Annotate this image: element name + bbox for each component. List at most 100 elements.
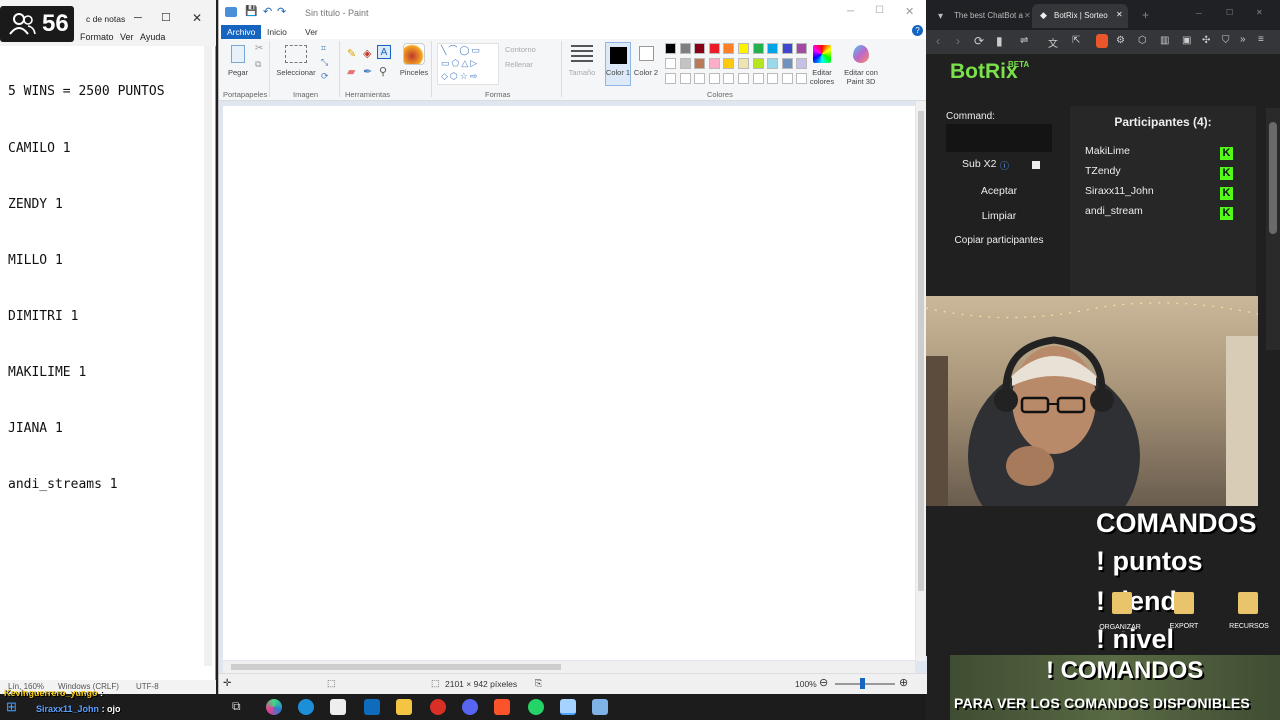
resize-icon[interactable]: ⤡ <box>321 57 328 68</box>
outline-label[interactable]: Contorno <box>505 45 536 54</box>
tab-list-icon[interactable]: ▾ <box>938 11 943 22</box>
edit-colors-label[interactable]: Editar colores <box>807 68 837 86</box>
palette-swatch[interactable] <box>752 43 764 54</box>
browser-scrollbar[interactable] <box>1266 108 1280 350</box>
scroll-thumb[interactable] <box>231 664 561 670</box>
empty-swatch[interactable] <box>679 73 691 84</box>
palette-swatch[interactable] <box>708 43 720 54</box>
select-label[interactable]: Seleccionar <box>273 68 319 77</box>
notepad-text-area[interactable]: 5 WINS = 2500 PUNTOS CAMILO 1 ZENDY 1 MI… <box>8 46 208 532</box>
store-icon[interactable] <box>330 699 346 715</box>
folder-icon[interactable] <box>1112 592 1132 614</box>
obs-icon[interactable] <box>430 699 446 715</box>
maximize-icon[interactable]: ☐ <box>161 11 171 24</box>
text-tool-icon[interactable]: A <box>377 45 391 59</box>
paste-label[interactable]: Pegar <box>225 68 251 77</box>
zoom-slider[interactable] <box>835 683 895 685</box>
vertical-scrollbar[interactable] <box>916 101 926 661</box>
maximize-icon[interactable]: ☐ <box>875 5 884 16</box>
folder-icon[interactable] <box>1174 592 1194 614</box>
command-input[interactable] <box>946 124 1052 152</box>
palette-swatch[interactable] <box>767 43 779 54</box>
folder-icon[interactable] <box>1238 592 1258 614</box>
copilot-icon[interactable] <box>266 699 282 715</box>
reload-icon[interactable]: ⟳ <box>974 34 984 48</box>
color1-selector[interactable] <box>605 42 631 86</box>
close-icon[interactable]: ✕ <box>192 11 202 25</box>
help-icon[interactable]: ? <box>912 25 923 36</box>
menu-formato[interactable]: Formato <box>80 32 114 42</box>
color2-swatch[interactable] <box>639 46 654 61</box>
empty-swatch[interactable] <box>708 73 720 84</box>
close-tab-icon[interactable]: ✕ <box>1116 10 1123 19</box>
close-tab-icon[interactable]: ✕ <box>1024 11 1031 20</box>
start-icon[interactable]: ⊞ <box>6 699 17 715</box>
tab-archivo[interactable]: Archivo <box>221 25 262 39</box>
palette-swatch[interactable] <box>694 58 706 69</box>
palette-swatch[interactable] <box>752 58 764 69</box>
file-explorer-icon[interactable] <box>396 699 412 715</box>
palette-swatch[interactable] <box>694 43 706 54</box>
accept-button[interactable]: Aceptar <box>946 180 1052 202</box>
site-settings-icon[interactable]: ⇌ <box>1020 35 1028 46</box>
zoom-in-icon[interactable]: ⊕ <box>899 676 908 689</box>
crop-icon[interactable]: ⌗ <box>321 43 326 54</box>
copy-participants-button[interactable]: Copiar participantes <box>946 230 1052 252</box>
empty-swatch[interactable] <box>796 73 808 84</box>
rotate-icon[interactable]: ⟳ <box>321 71 329 82</box>
menu-ayuda[interactable]: Ayuda <box>140 32 165 42</box>
palette-swatch[interactable] <box>781 58 793 69</box>
maximize-icon[interactable]: ☐ <box>1226 8 1233 17</box>
tab-botrix-home[interactable]: The best ChatBot a <box>954 11 1023 20</box>
translate-icon[interactable]: 文 <box>1048 35 1058 50</box>
palette-swatch[interactable] <box>679 43 691 54</box>
cut-icon[interactable]: ✂ <box>255 43 263 54</box>
close-icon[interactable]: ✕ <box>1256 8 1263 17</box>
brave-icon[interactable] <box>494 699 510 715</box>
empty-swatch[interactable] <box>752 73 764 84</box>
brushes-label[interactable]: Pinceles <box>397 68 431 77</box>
scroll-thumb[interactable] <box>918 111 924 591</box>
notepad-taskbar-icon[interactable] <box>560 699 576 715</box>
eraser-icon[interactable]: ▰ <box>347 65 355 78</box>
empty-swatch[interactable] <box>665 73 676 84</box>
sidebar-icon[interactable]: ▥ <box>1160 35 1169 46</box>
outlook-icon[interactable] <box>364 699 380 715</box>
palette-swatch[interactable] <box>767 58 779 69</box>
tab-inicio[interactable]: Inicio <box>261 25 293 39</box>
menu-icon[interactable]: ≡ <box>1258 34 1264 45</box>
drawing-canvas[interactable] <box>223 106 915 660</box>
paint3d-icon[interactable] <box>853 45 869 63</box>
palette-swatch[interactable] <box>665 58 676 69</box>
tab-ver[interactable]: Ver <box>299 25 324 39</box>
zoom-out-icon[interactable]: ⊖ <box>819 676 828 689</box>
empty-swatch[interactable] <box>781 73 793 84</box>
clipboard-icon[interactable] <box>231 45 245 63</box>
more-icon[interactable]: » <box>1240 34 1246 45</box>
paint3d-label[interactable]: Editar con Paint 3D <box>841 68 881 86</box>
size-label[interactable]: Tamaño <box>565 68 599 77</box>
magnifier-icon[interactable]: ⚲ <box>379 65 387 78</box>
info-icon[interactable]: ⓘ <box>1000 159 1009 172</box>
minimize-icon[interactable]: ─ <box>847 6 854 17</box>
color-picker-icon[interactable]: ✒ <box>363 65 372 78</box>
wallet-icon[interactable]: ▣ <box>1182 35 1191 46</box>
palette-swatch[interactable] <box>723 43 735 54</box>
empty-swatch[interactable] <box>723 73 735 84</box>
extension-icon[interactable]: ⚙ <box>1116 35 1125 46</box>
extension-icon[interactable]: ⬡ <box>1138 35 1147 46</box>
discord-icon[interactable] <box>462 699 478 715</box>
size-icon[interactable] <box>571 45 593 65</box>
vpn-icon[interactable]: ⛉ <box>1222 35 1230 46</box>
palette-swatch[interactable] <box>781 43 793 54</box>
new-tab-icon[interactable]: + <box>1142 8 1149 22</box>
horizontal-scrollbar[interactable] <box>223 661 915 673</box>
puzzle-icon[interactable]: ✣ <box>1202 35 1210 46</box>
minimize-icon[interactable]: ─ <box>1196 9 1202 18</box>
palette-swatch[interactable] <box>665 43 676 54</box>
sub-x2-checkbox[interactable] <box>1032 161 1040 169</box>
color-palette[interactable] <box>661 43 809 87</box>
notepad-scrollbar[interactable] <box>204 46 212 666</box>
back-icon[interactable]: ‹ <box>936 34 940 48</box>
palette-swatch[interactable] <box>738 43 749 54</box>
